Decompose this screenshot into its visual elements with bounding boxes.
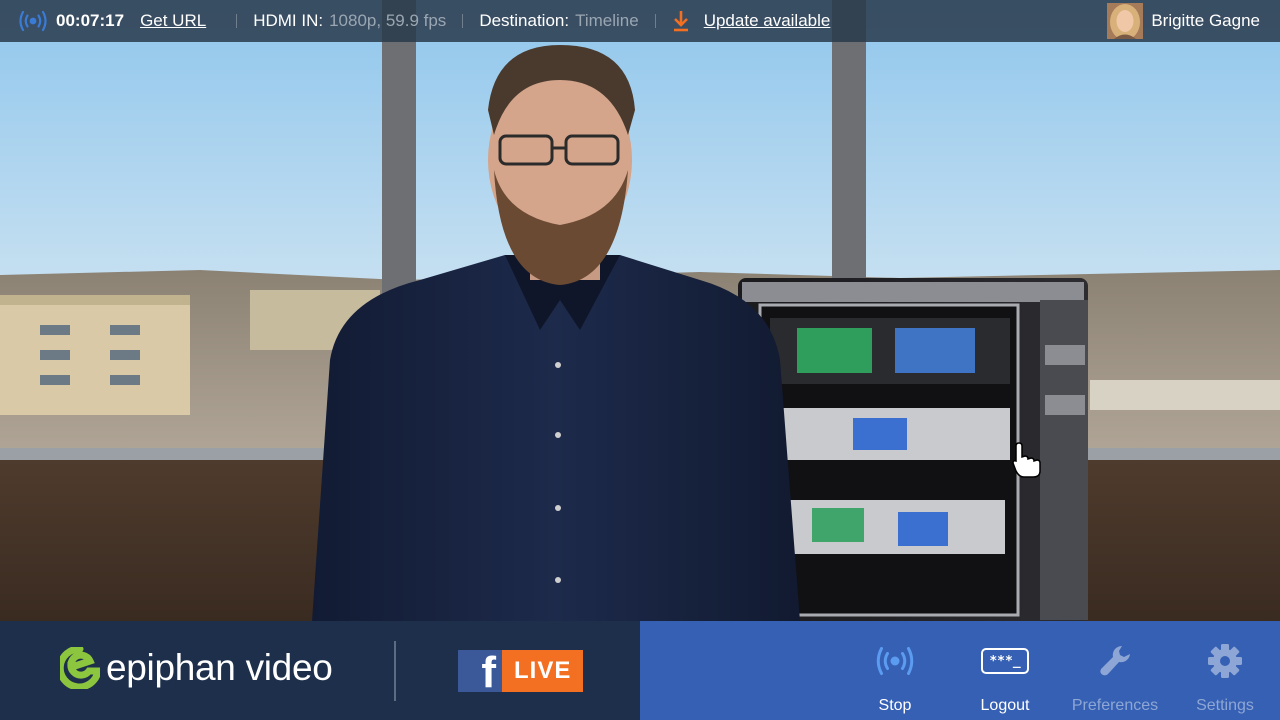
building <box>0 295 190 415</box>
video-scene <box>0 0 1280 623</box>
wrench-icon <box>1100 645 1130 676</box>
gear-icon <box>1208 644 1242 678</box>
broadcast-icon <box>876 647 914 675</box>
input-label: HDMI IN: <box>253 11 324 30</box>
preferences-button[interactable]: Preferences <box>1060 621 1170 720</box>
divider <box>654 14 656 28</box>
stop-button[interactable]: Stop <box>840 621 950 720</box>
live-label: LIVE <box>502 650 584 692</box>
destination-status: Destination: Timeline <box>479 0 638 42</box>
divider <box>462 14 464 28</box>
logout-button[interactable]: ***_ Logout <box>950 621 1060 720</box>
logout-label: Logout <box>980 697 1030 714</box>
broadcast-icon <box>19 10 47 32</box>
elapsed-timer: 00:07:17 <box>56 11 125 30</box>
recording-status: 00:07:17 Get URL <box>18 0 206 42</box>
bottom-panel: epiphan video f LIVE Stop ***_ Logout Pr… <box>0 621 1280 720</box>
user-name: Brigitte Gagne <box>1151 11 1260 30</box>
destination-value: Timeline <box>575 11 639 30</box>
branding-area: epiphan video f LIVE <box>0 621 640 720</box>
epiphan-e-icon <box>60 647 100 689</box>
settings-button[interactable]: Settings <box>1170 621 1280 720</box>
avatar <box>1107 3 1144 39</box>
download-icon <box>673 11 688 32</box>
control-bar: Stop ***_ Logout Preferences Settings <box>640 621 1280 720</box>
password-icon: ***_ <box>981 648 1029 674</box>
divider <box>394 641 396 701</box>
epiphan-logo: epiphan video <box>60 647 333 689</box>
status-bar: 00:07:17 Get URL HDMI IN: 1080p, 59.9 fp… <box>0 0 1280 42</box>
video-preview <box>0 0 1280 720</box>
input-value: 1080p, 59.9 fps <box>329 11 447 30</box>
logo-text: epiphan video <box>106 647 333 688</box>
update-notice[interactable]: Update available <box>672 0 831 42</box>
destination-label: Destination: <box>479 11 570 30</box>
update-available-link[interactable]: Update available <box>704 11 831 31</box>
preferences-label: Preferences <box>1071 697 1159 714</box>
get-url-link[interactable]: Get URL <box>140 11 206 31</box>
facebook-icon: f <box>458 648 502 697</box>
user-menu[interactable]: Brigitte Gagne <box>1107 0 1260 42</box>
facebook-live-badge: f LIVE <box>458 648 584 697</box>
divider <box>236 14 238 28</box>
input-status: HDMI IN: 1080p, 59.9 fps <box>253 0 446 42</box>
settings-label: Settings <box>1196 697 1254 714</box>
stop-label: Stop <box>878 697 912 714</box>
